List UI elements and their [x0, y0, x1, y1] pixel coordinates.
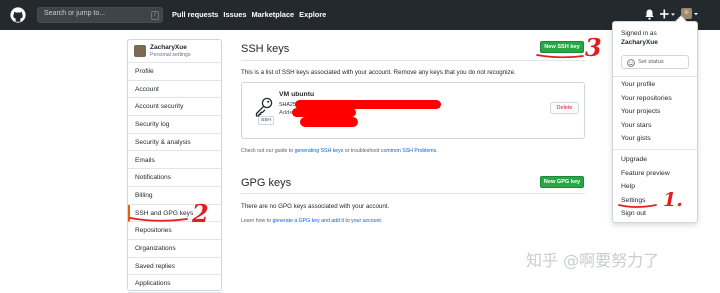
underline-settings: [618, 204, 657, 208]
underline-new-ssh-key: [536, 54, 584, 59]
underline-ssh-gpg-keys: [129, 217, 188, 222]
watermark: 知乎 @啊要努力了: [526, 251, 660, 270]
annotation-strokes: [129, 54, 657, 222]
annotation-step-2: 2: [192, 199, 209, 228]
annotation-step-1: 1.: [663, 189, 683, 211]
annotation-step-3: 3: [585, 33, 602, 62]
